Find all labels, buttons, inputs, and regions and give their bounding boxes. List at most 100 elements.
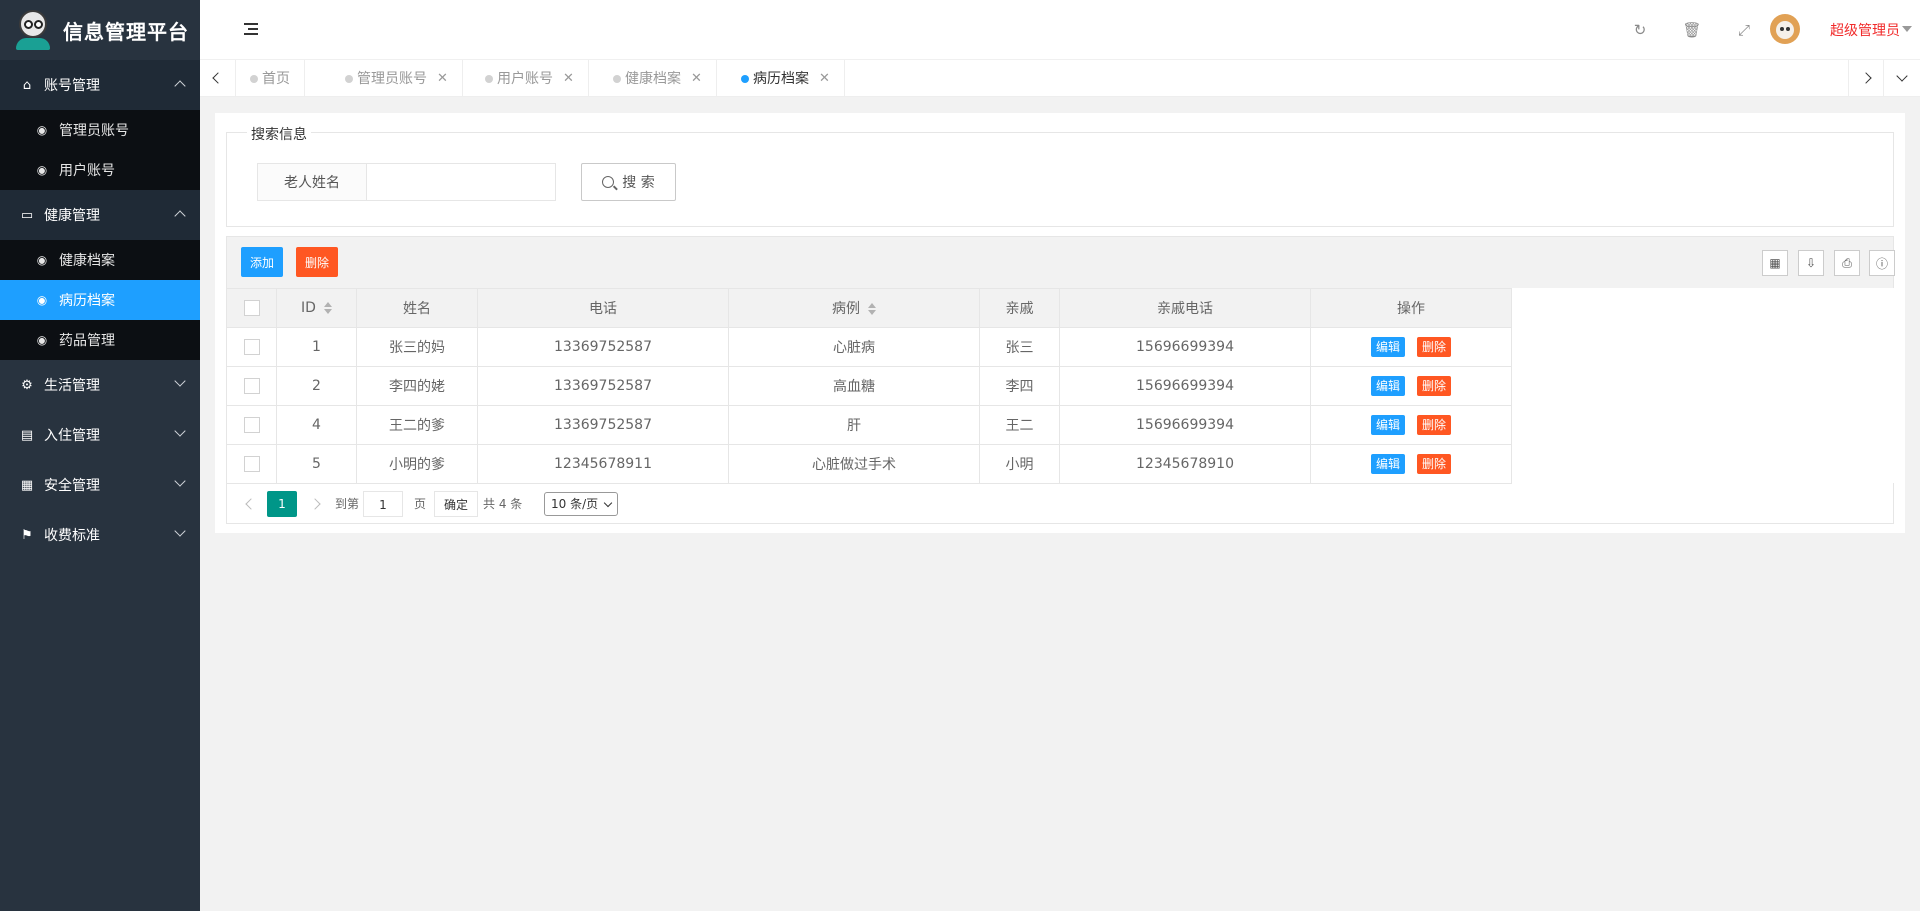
table-toolbar: 添加 删除 ▦ ⇩ ⎙ ⓘ (226, 236, 1895, 288)
close-icon[interactable]: ✕ (691, 71, 702, 86)
menu-group-security[interactable]: ▦ 安全管理 (0, 460, 200, 510)
sidebar-item-user-account[interactable]: ◉ 用户账号 (0, 150, 200, 190)
tab-user-account[interactable]: 用户账号 ✕ (471, 60, 589, 96)
flag-icon: ⚑ (21, 527, 33, 543)
select-all-cell[interactable] (226, 288, 277, 328)
sidebar-item-medical-record[interactable]: ◉ 病历档案 (0, 280, 200, 320)
cell-relative: 小明 (979, 444, 1060, 484)
close-icon[interactable]: ✕ (819, 71, 830, 86)
row-checkbox[interactable] (243, 456, 260, 472)
column-header-case[interactable]: 病例 (728, 288, 980, 328)
tab-home[interactable]: 首页 (236, 60, 305, 96)
columns-filter-icon[interactable]: ▦ (1762, 250, 1788, 276)
chevron-down-icon (174, 475, 186, 487)
row-select-cell[interactable] (226, 444, 277, 484)
column-header-id[interactable]: ID (276, 288, 357, 328)
select-all-checkbox[interactable] (243, 300, 260, 316)
dashboard-icon: ◉ (36, 293, 48, 307)
sort-icon[interactable] (868, 303, 876, 315)
close-icon[interactable]: ✕ (437, 71, 448, 86)
row-select-cell[interactable] (226, 366, 277, 406)
sidebar: 信息管理平台 ⌂ 账号管理 ◉ 管理员账号 ◉ 用户账号 ▭ 健康管理 ◉ 健康… (0, 0, 200, 911)
export-icon[interactable]: ⇩ (1798, 250, 1824, 276)
tab-admin-account[interactable]: 管理员账号 ✕ (331, 60, 463, 96)
submenu-account: ◉ 管理员账号 ◉ 用户账号 (0, 110, 200, 190)
info-icon[interactable]: ⓘ (1869, 250, 1895, 276)
page-size-select[interactable]: 10 条/页 (544, 492, 618, 516)
delete-button[interactable]: 删除 (1417, 376, 1452, 396)
cell-actions: 编辑 删除 (1310, 366, 1512, 406)
column-label: 病例 (832, 301, 860, 317)
tab-dot-icon (485, 75, 493, 83)
sidebar-item-label: 管理员账号 (59, 123, 129, 139)
tab-label: 用户账号 (497, 71, 553, 87)
refresh-icon[interactable]: ↻ (1630, 20, 1650, 40)
menu-group-life[interactable]: ⚙ 生活管理 (0, 360, 200, 410)
delete-button[interactable]: 删除 (1417, 337, 1452, 357)
menu-group-health[interactable]: ▭ 健康管理 (0, 190, 200, 240)
cell-id: 5 (276, 444, 357, 484)
tab-label: 病历档案 (753, 71, 809, 87)
tabs-scroll-right-button[interactable] (1848, 60, 1884, 96)
menu-group-checkin[interactable]: ▤ 入住管理 (0, 410, 200, 460)
table-row: 2 李四的姥 13369752587 高血糖 李四 15696699394 编辑… (226, 366, 1512, 406)
chevron-down-icon (174, 525, 186, 537)
sort-icon[interactable] (323, 302, 332, 314)
logo[interactable]: 信息管理平台 (0, 0, 200, 60)
column-header-name: 姓名 (356, 288, 478, 328)
trash-icon[interactable]: 🗑 (1682, 20, 1702, 40)
row-select-cell[interactable] (226, 405, 277, 445)
cell-id: 4 (276, 405, 357, 445)
edit-button[interactable]: 编辑 (1370, 415, 1405, 435)
close-icon[interactable]: ✕ (563, 71, 574, 86)
cell-phone: 13369752587 (477, 327, 729, 367)
avatar[interactable] (1770, 14, 1800, 44)
search-button[interactable]: 搜 索 (581, 163, 676, 201)
chevron-up-icon (174, 80, 186, 92)
edit-button[interactable]: 编辑 (1370, 454, 1405, 474)
dashboard-icon: ◉ (36, 333, 48, 347)
tab-medical-record[interactable]: 病历档案 ✕ (727, 60, 845, 96)
logo-title: 信息管理平台 (63, 19, 189, 44)
menu-group-account[interactable]: ⌂ 账号管理 (0, 60, 200, 110)
delete-button[interactable]: 删除 (1417, 415, 1452, 435)
add-button[interactable]: 添加 (241, 247, 284, 277)
cell-name: 张三的妈 (356, 327, 478, 367)
row-checkbox[interactable] (243, 378, 260, 394)
sidebar-item-admin-account[interactable]: ◉ 管理员账号 (0, 110, 200, 150)
cell-phone: 12345678911 (477, 444, 729, 484)
sidebar-item-health-record[interactable]: ◉ 健康档案 (0, 240, 200, 280)
tab-dot-icon (345, 75, 353, 83)
row-select-cell[interactable] (226, 327, 277, 367)
current-page-button[interactable]: 1 (267, 491, 297, 517)
column-header-actions: 操作 (1310, 288, 1512, 328)
edit-button[interactable]: 编辑 (1370, 376, 1405, 396)
row-checkbox[interactable] (243, 339, 260, 355)
caret-down-icon[interactable] (1902, 26, 1912, 32)
goto-page-input[interactable]: 1 (363, 491, 403, 517)
batch-delete-button[interactable]: 删除 (296, 247, 339, 277)
delete-button[interactable]: 删除 (1417, 454, 1452, 474)
table-row: 1 张三的妈 13369752587 心脏病 张三 15696699394 编辑… (226, 327, 1512, 367)
document-icon: ▤ (20, 427, 34, 443)
cell-phone: 13369752587 (477, 405, 729, 445)
fullscreen-icon[interactable]: ⤢ (1734, 20, 1754, 40)
dashboard-icon: ◉ (36, 123, 48, 137)
tab-health-record[interactable]: 健康档案 ✕ (599, 60, 717, 96)
tabs-dropdown-button[interactable] (1884, 60, 1920, 96)
goto-confirm-button[interactable]: 确定 (434, 491, 479, 517)
tabs-scroll-left-button[interactable] (200, 60, 236, 96)
cell-relative: 王二 (979, 405, 1060, 445)
user-name[interactable]: 超级管理员 (1830, 20, 1900, 40)
row-checkbox[interactable] (243, 417, 260, 433)
edit-button[interactable]: 编辑 (1370, 337, 1405, 357)
cell-relative-phone: 15696699394 (1059, 405, 1311, 445)
sidebar-item-medicine[interactable]: ◉ 药品管理 (0, 320, 200, 360)
prev-page-icon[interactable] (245, 498, 257, 510)
name-search-input[interactable] (366, 163, 556, 201)
cell-id: 1 (276, 327, 357, 367)
menu-toggle-icon[interactable] (244, 23, 258, 35)
print-icon[interactable]: ⎙ (1834, 250, 1860, 276)
next-page-icon[interactable] (309, 498, 321, 510)
menu-group-fees[interactable]: ⚑ 收费标准 (0, 510, 200, 560)
